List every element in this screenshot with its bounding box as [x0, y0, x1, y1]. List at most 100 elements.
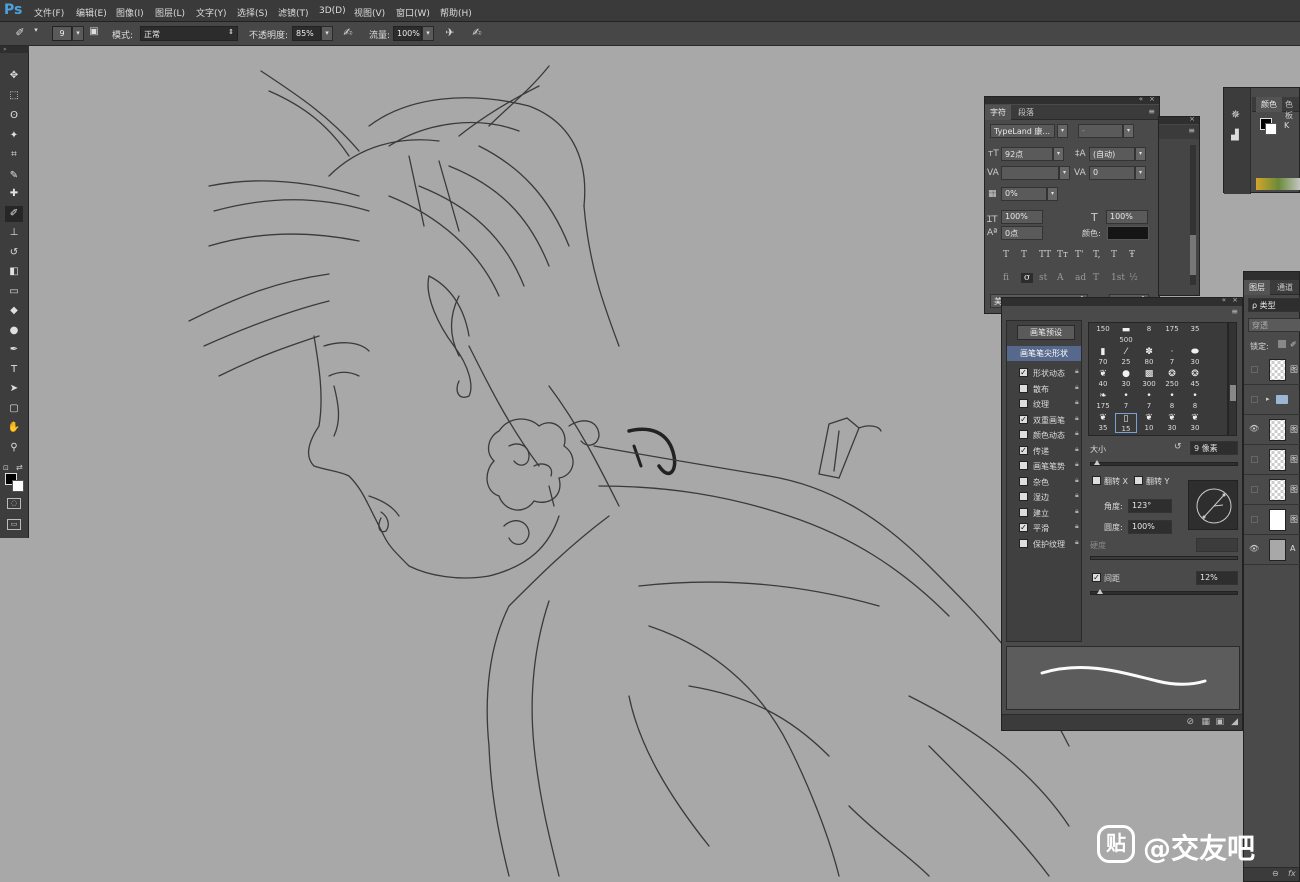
screen-mode-icon[interactable]: ▭	[7, 519, 21, 530]
shape-icon[interactable]: ▢	[5, 401, 23, 417]
brush-option-item[interactable]: 纹理 🔒︎	[1011, 397, 1090, 411]
dodge-icon[interactable]: ●	[5, 323, 23, 339]
text-color-swatch[interactable]	[1107, 226, 1149, 240]
text-style-button[interactable]: Ŧ	[1129, 250, 1135, 260]
layer-row[interactable]: 图	[1244, 355, 1300, 385]
layer-row[interactable]: 图	[1244, 475, 1300, 505]
text-style-button[interactable]: T	[1003, 250, 1009, 260]
healing-icon[interactable]: ✚	[5, 186, 23, 202]
brush-tip-cell[interactable]: ⬬ 30	[1184, 347, 1206, 367]
text-style-button[interactable]: Tт	[1057, 250, 1068, 260]
opentype-button[interactable]: ½	[1129, 273, 1138, 283]
kerning-dropdown[interactable]: ▾	[1059, 166, 1070, 180]
background-color-swatch[interactable]	[12, 480, 24, 492]
lock-transparency-icon[interactable]	[1278, 340, 1286, 348]
close-icon[interactable]: ×	[1232, 296, 1238, 304]
toggle-live-tip-icon[interactable]: ⊘	[1186, 717, 1194, 727]
lock-icon[interactable]: 🔒︎	[1075, 476, 1079, 485]
brush-option-checkbox[interactable]	[1019, 399, 1028, 408]
layer-row[interactable]: ▸	[1244, 385, 1300, 415]
lock-icon[interactable]: 🔒︎	[1075, 367, 1079, 376]
lock-icon[interactable]: 🔒︎	[1075, 460, 1079, 469]
blur-icon[interactable]: ◆	[5, 303, 23, 319]
opentype-button[interactable]: T	[1093, 273, 1099, 283]
visibility-toggle[interactable]	[1251, 396, 1258, 403]
flow-input[interactable]: 100%	[393, 26, 422, 41]
visibility-toggle[interactable]	[1251, 516, 1258, 523]
brush-tip-cell[interactable]: • 7	[1138, 391, 1160, 411]
reset-size-icon[interactable]: ↺	[1174, 442, 1182, 452]
lock-icon[interactable]: 🔒︎	[1075, 445, 1079, 454]
size-input[interactable]: 9 像素	[1190, 441, 1238, 455]
brush-option-checkbox[interactable]: ✓	[1019, 414, 1028, 424]
visibility-toggle[interactable]	[1251, 366, 1258, 373]
brush-option-item[interactable]: 杂色 🔒︎	[1011, 475, 1090, 489]
brush-option-item[interactable]: ✓ 平滑 🔒︎	[1011, 521, 1090, 535]
brush-option-item[interactable]: 画笔笔势 🔒︎	[1011, 459, 1090, 473]
panel-menu-icon[interactable]: ≡	[1188, 126, 1195, 135]
text-style-button[interactable]: T	[1021, 250, 1027, 260]
visibility-eye-icon[interactable]: 👁︎	[1249, 544, 1259, 553]
brush-option-item[interactable]: 颜色动态 🔒︎	[1011, 428, 1090, 442]
text-style-button[interactable]: T,	[1093, 250, 1101, 260]
lock-icon[interactable]: 🔒︎	[1075, 507, 1079, 516]
resize-grip-icon[interactable]: ◢	[1231, 717, 1238, 727]
leading-dropdown[interactable]: ▾	[1135, 147, 1146, 161]
tab-layers[interactable]: 图层	[1244, 280, 1270, 295]
spacing-checkbox[interactable]: ✓	[1092, 573, 1101, 582]
color-ramp[interactable]	[1256, 178, 1300, 190]
opacity-dropdown[interactable]: ▾	[321, 26, 333, 41]
close-icon[interactable]: ×	[1189, 115, 1195, 123]
magic-wand-icon[interactable]: ✦	[5, 128, 23, 144]
menu-item[interactable]: 帮助(H)	[440, 6, 472, 19]
brush-tip-cell[interactable]: • 8	[1184, 391, 1206, 411]
opentype-button[interactable]: fi	[1003, 273, 1009, 283]
lock-icon[interactable]: 🔒︎	[1075, 414, 1079, 423]
brush-tip-cell[interactable]: ▬ 500	[1115, 325, 1137, 345]
baseline-shift-input[interactable]: 0点	[1001, 226, 1043, 240]
tab-character[interactable]: 字符	[985, 105, 1011, 120]
tab-channels[interactable]: 通道	[1272, 280, 1298, 295]
brush-tip-cell[interactable]: ❦ 30	[1161, 413, 1183, 433]
brush-option-item[interactable]: 保护纹理 🔒︎	[1011, 537, 1090, 551]
tool-preset-dropdown-icon[interactable]: ▾	[28, 26, 44, 42]
text-style-button[interactable]: T'	[1075, 250, 1083, 260]
brush-tip-cell[interactable]: ▯ 15	[1115, 413, 1137, 433]
lock-icon[interactable]: 🔒︎	[1075, 398, 1079, 407]
brush-tip-shape-item[interactable]: 画笔笔尖形状	[1007, 346, 1081, 361]
brush-tip-cell[interactable]: ❦ 10	[1138, 413, 1160, 433]
font-size-input[interactable]: 92点	[1001, 147, 1053, 161]
brush-tip-cell[interactable]: 150	[1092, 325, 1114, 345]
history-brush-icon[interactable]: ↺	[5, 245, 23, 261]
brush-option-item[interactable]: ✓ 双重画笔 🔒︎	[1011, 413, 1090, 427]
layer-fx-icon[interactable]: fx	[1288, 869, 1296, 878]
brush-option-item[interactable]: 建立 🔒︎	[1011, 506, 1090, 520]
brush-option-item[interactable]: ✓ 传递 🔒︎	[1011, 444, 1090, 458]
menu-item[interactable]: 滤镜(T)	[278, 6, 309, 19]
menu-item[interactable]: 选择(S)	[237, 6, 268, 19]
marquee-icon[interactable]: ⬚	[5, 88, 23, 104]
opentype-button[interactable]: st	[1039, 273, 1047, 283]
new-brush-icon[interactable]: ▣	[1215, 717, 1224, 727]
brush-option-item[interactable]: ✓ 形状动态 🔒︎	[1011, 366, 1090, 380]
tab-paragraph[interactable]: 段落	[1013, 105, 1039, 120]
slider-thumb[interactable]	[1094, 460, 1100, 465]
lasso-icon[interactable]: ʘ	[5, 108, 23, 124]
default-colors-icon[interactable]: ⊡	[3, 464, 9, 472]
lock-icon[interactable]: 🔒︎	[1075, 491, 1079, 500]
path-select-icon[interactable]: ➤	[5, 381, 23, 397]
brush-tip-cell[interactable]: • 7	[1115, 391, 1137, 411]
leading-input[interactable]: (自动)	[1089, 147, 1135, 161]
quick-mask-icon[interactable]: ◌	[7, 498, 21, 509]
type-icon[interactable]: T	[5, 362, 23, 378]
blend-mode-select[interactable]: 穿透	[1248, 318, 1300, 332]
close-icon[interactable]: ×	[1149, 95, 1155, 103]
font-style-dropdown[interactable]: ▾	[1123, 124, 1134, 138]
brush-tip-cell[interactable]: ✽ 80	[1138, 347, 1160, 367]
brush-option-checkbox[interactable]	[1019, 430, 1028, 439]
opentype-button[interactable]: ad	[1075, 273, 1086, 283]
link-layers-icon[interactable]: ⊖	[1272, 869, 1279, 878]
expand-arrow-icon[interactable]: ▸	[1266, 395, 1270, 403]
lock-icon[interactable]: 🔒︎	[1075, 383, 1079, 392]
horizontal-scale-input[interactable]: 100%	[1106, 210, 1148, 224]
